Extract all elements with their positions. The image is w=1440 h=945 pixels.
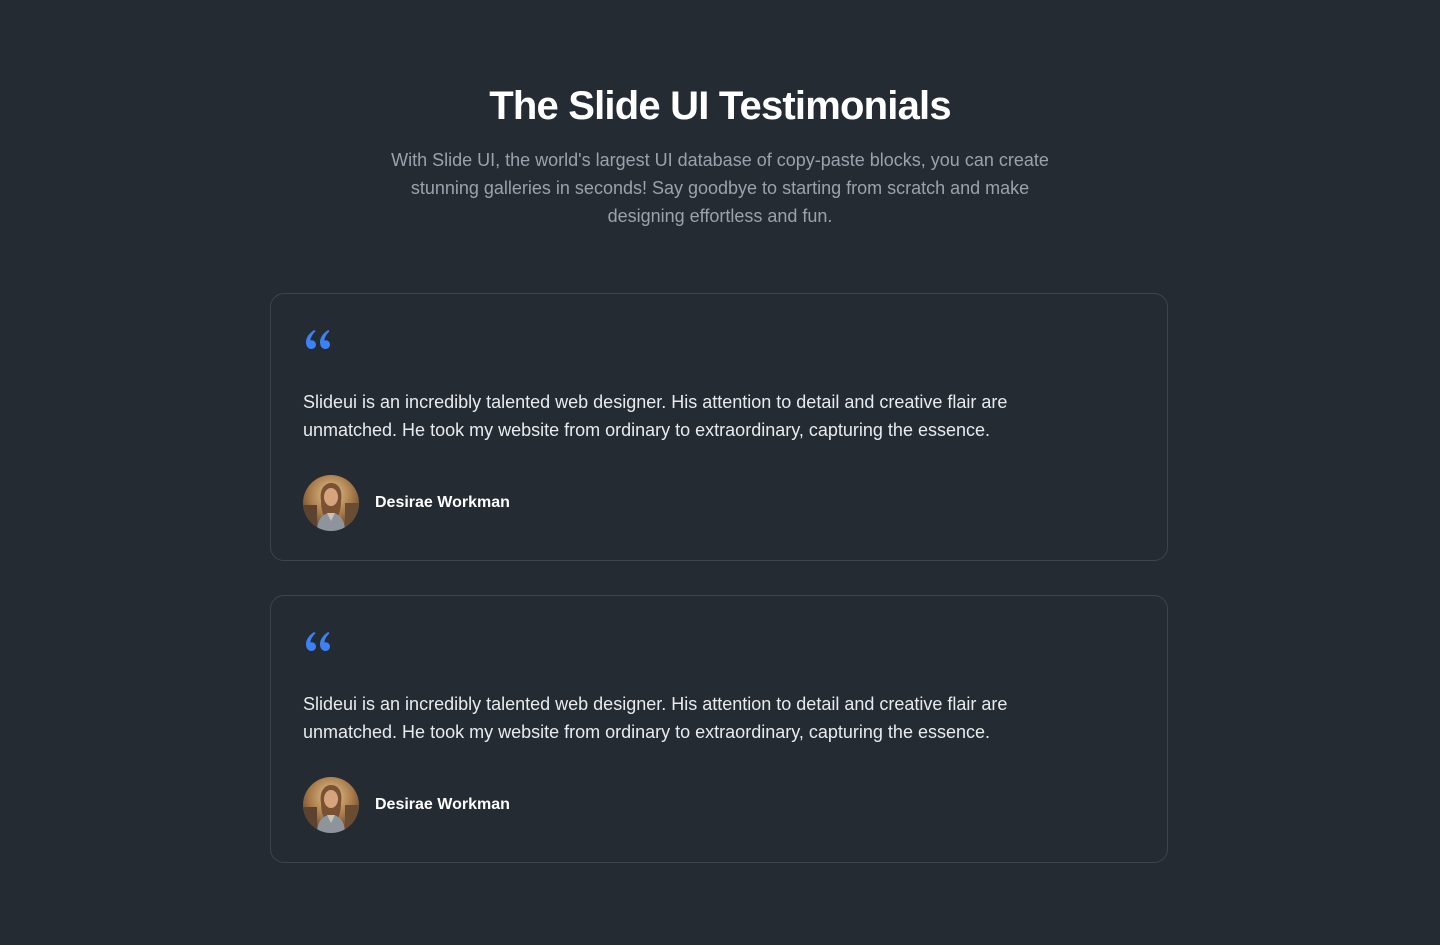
testimonial-author: Desirae Workman xyxy=(303,777,510,833)
author-name: Desirae Workman xyxy=(375,494,510,511)
author-name: Desirae Workman xyxy=(375,796,510,813)
testimonial-text: Slideui is an incredibly talented web de… xyxy=(303,392,1008,440)
testimonial-text: Slideui is an incredibly talented web de… xyxy=(303,694,1008,742)
testimonial-card: Slideui is an incredibly talented web de… xyxy=(270,293,1168,561)
testimonial-card: Slideui is an incredibly talented web de… xyxy=(270,595,1168,863)
avatar xyxy=(303,475,359,531)
testimonial-author: Desirae Workman xyxy=(303,475,510,531)
avatar xyxy=(303,777,359,833)
page-title: The Slide UI Testimonials xyxy=(489,84,951,128)
quote-icon xyxy=(306,330,330,349)
page-subtitle: With Slide UI, the world's largest UI da… xyxy=(391,150,1049,226)
testimonials-section: The Slide UI Testimonials With Slide UI,… xyxy=(0,0,1440,945)
quote-icon xyxy=(306,632,330,651)
